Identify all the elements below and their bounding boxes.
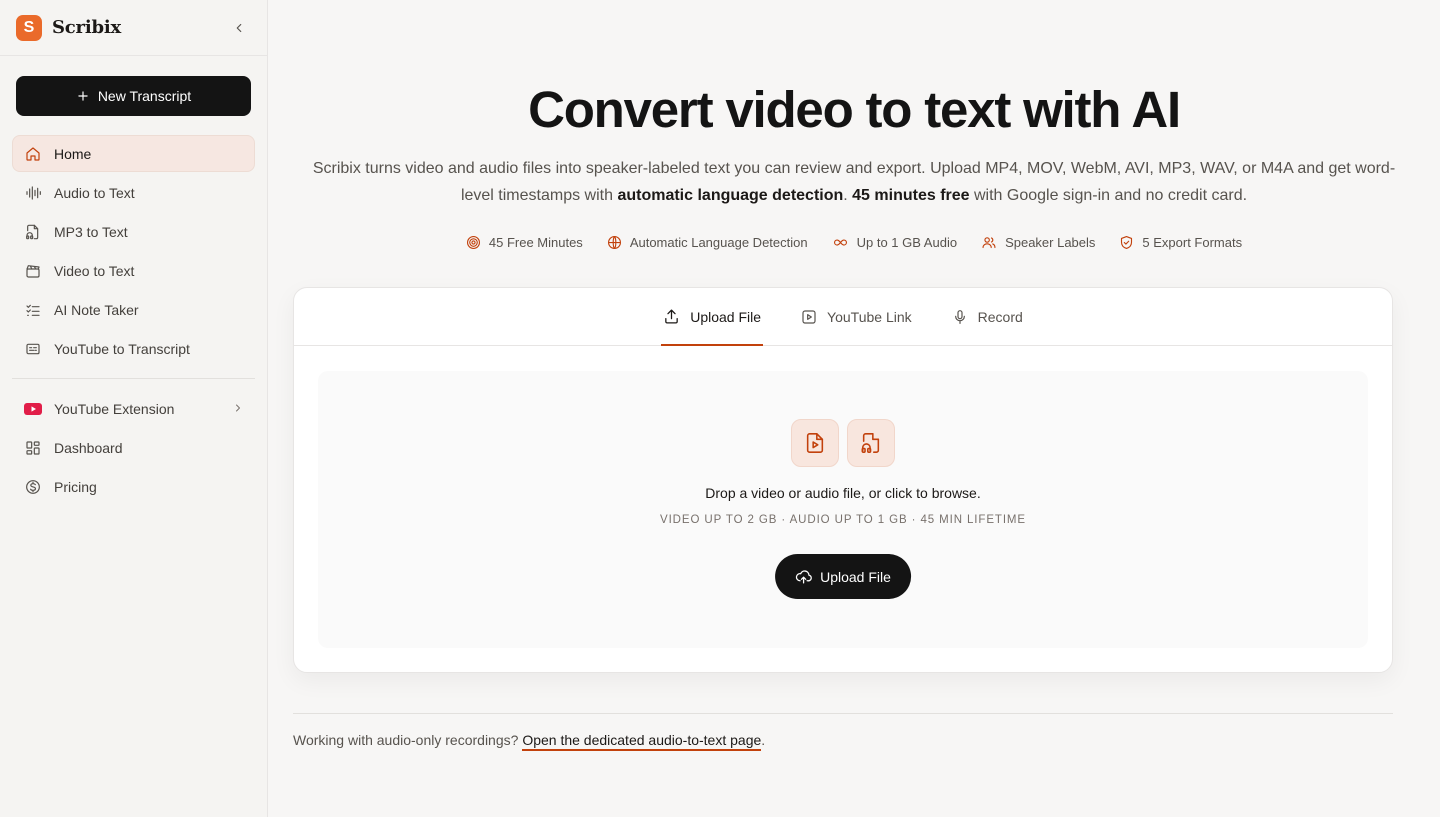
dollar-circle-icon xyxy=(23,477,43,497)
youtube-icon xyxy=(23,399,43,419)
dashboard-icon xyxy=(23,438,43,458)
sidebar-item-youtube-extension[interactable]: YouTube Extension xyxy=(12,390,255,427)
tab-record[interactable]: Record xyxy=(950,288,1025,345)
sidebar-item-youtube-to-transcript[interactable]: YouTube to Transcript xyxy=(12,330,255,367)
feature-language-detection: Automatic Language Detection xyxy=(607,235,808,250)
page-title: Convert video to text with AI xyxy=(528,81,1181,138)
collapse-sidebar-button[interactable] xyxy=(227,16,251,40)
audio-file-icon xyxy=(847,419,895,467)
clapperboard-icon xyxy=(23,261,43,281)
plus-icon xyxy=(78,91,88,101)
brand-logo[interactable]: S xyxy=(16,14,42,41)
app: S Scribix New Transcript Home Audio to T… xyxy=(0,0,1440,817)
sidebar-item-label: Video to Text xyxy=(54,262,135,279)
captions-icon xyxy=(23,339,43,359)
new-transcript-button[interactable]: New Transcript xyxy=(16,76,251,116)
upload-icon xyxy=(665,309,679,324)
feature-audio-size: Up to 1 GB Audio xyxy=(832,235,957,250)
waveform-icon xyxy=(23,183,43,203)
audio-to-text-link[interactable]: Open the dedicated audio-to-text page xyxy=(522,732,762,751)
upload-card: Upload File YouTube Link Record Drop a v… xyxy=(293,287,1393,673)
new-transcript-label: New Transcript xyxy=(97,88,192,104)
feature-label: Up to 1 GB Audio xyxy=(856,235,958,250)
target-icon xyxy=(466,236,480,249)
file-dropzone[interactable]: Drop a video or audio file, or click to … xyxy=(318,371,1368,648)
infinity-icon xyxy=(833,239,847,246)
sidebar-item-label: AI Note Taker xyxy=(54,301,139,318)
feature-free-minutes: 45 Free Minutes xyxy=(466,235,583,250)
tab-label: Record xyxy=(977,308,1023,325)
footer-suffix: . xyxy=(761,732,766,748)
feature-label: 5 Export Formats xyxy=(1142,235,1243,250)
sidebar-item-ai-note-taker[interactable]: AI Note Taker xyxy=(12,291,255,328)
hero-sub-bold: automatic language detection xyxy=(617,187,844,204)
brand-header: S Scribix xyxy=(0,0,267,56)
tab-upload-file[interactable]: Upload File xyxy=(661,288,763,346)
footer-divider xyxy=(293,713,1393,714)
sidebar-item-label: MP3 to Text xyxy=(54,223,128,240)
play-square-icon xyxy=(802,309,816,324)
cloud-upload-icon xyxy=(795,570,812,584)
tab-label: Upload File xyxy=(690,308,762,325)
feature-label: 45 Free Minutes xyxy=(488,235,583,250)
footer-text: Working with audio-only recordings? xyxy=(293,732,523,748)
sidebar-item-mp3-to-text[interactable]: MP3 to Text xyxy=(12,213,255,250)
feature-list: 45 Free Minutes Automatic Language Detec… xyxy=(268,235,1440,250)
feature-label: Speaker Labels xyxy=(1005,235,1096,250)
home-icon xyxy=(23,144,43,164)
file-headphones-icon xyxy=(23,222,43,242)
users-icon xyxy=(982,237,996,249)
sidebar-divider xyxy=(12,378,255,379)
upload-file-label: Upload File xyxy=(820,568,891,585)
sidebar-nav: Home Audio to Text MP3 to Text Video to … xyxy=(12,135,255,507)
sidebar-item-audio-to-text[interactable]: Audio to Text xyxy=(12,174,255,211)
sidebar-item-label: Dashboard xyxy=(54,439,123,456)
feature-speaker-labels: Speaker Labels xyxy=(981,235,1095,250)
hero-sub-bold: 45 minutes free xyxy=(852,187,970,204)
tab-youtube-link[interactable]: YouTube Link xyxy=(799,288,914,345)
microphone-icon xyxy=(954,309,965,324)
main-content: Convert video to text with AI Scribix tu… xyxy=(268,0,1440,817)
sidebar-item-pricing[interactable]: Pricing xyxy=(12,468,255,505)
sidebar-item-label: Audio to Text xyxy=(54,184,135,201)
chevron-left-icon xyxy=(236,23,242,32)
feature-label: Automatic Language Detection xyxy=(629,235,808,250)
sidebar-item-dashboard[interactable]: Dashboard xyxy=(12,429,255,466)
hero-sub-text: with Google sign-in and no credit card. xyxy=(969,187,1248,204)
dropzone-instructions: Drop a video or audio file, or click to … xyxy=(705,485,981,501)
sidebar: S Scribix New Transcript Home Audio to T… xyxy=(0,0,268,817)
hero-sub-text: . xyxy=(843,187,853,204)
chevron-right-icon xyxy=(232,401,244,417)
hero-description: Scribix turns video and audio files into… xyxy=(308,155,1400,209)
feature-export-formats: 5 Export Formats xyxy=(1119,235,1242,250)
file-type-icons xyxy=(318,419,1368,467)
sidebar-item-label: Pricing xyxy=(54,478,97,495)
tab-label: YouTube Link xyxy=(827,308,912,325)
sidebar-item-label: YouTube to Transcript xyxy=(54,340,190,357)
brand-name[interactable]: Scribix xyxy=(52,17,121,38)
footer-note: Working with audio-only recordings? Open… xyxy=(293,732,766,751)
shield-check-icon xyxy=(1121,236,1133,249)
input-tabs: Upload File YouTube Link Record xyxy=(294,288,1392,346)
sidebar-item-video-to-text[interactable]: Video to Text xyxy=(12,252,255,289)
sidebar-item-home[interactable]: Home xyxy=(12,135,255,172)
dropzone-limits: VIDEO UP TO 2 GB · AUDIO UP TO 1 GB · 45… xyxy=(660,514,1026,526)
checklist-icon xyxy=(23,300,43,320)
globe-icon xyxy=(607,236,621,249)
video-file-icon xyxy=(791,419,839,467)
sidebar-item-label: Home xyxy=(54,145,92,162)
sidebar-item-label: YouTube Extension xyxy=(54,400,175,417)
upload-file-button[interactable]: Upload File xyxy=(775,554,911,599)
